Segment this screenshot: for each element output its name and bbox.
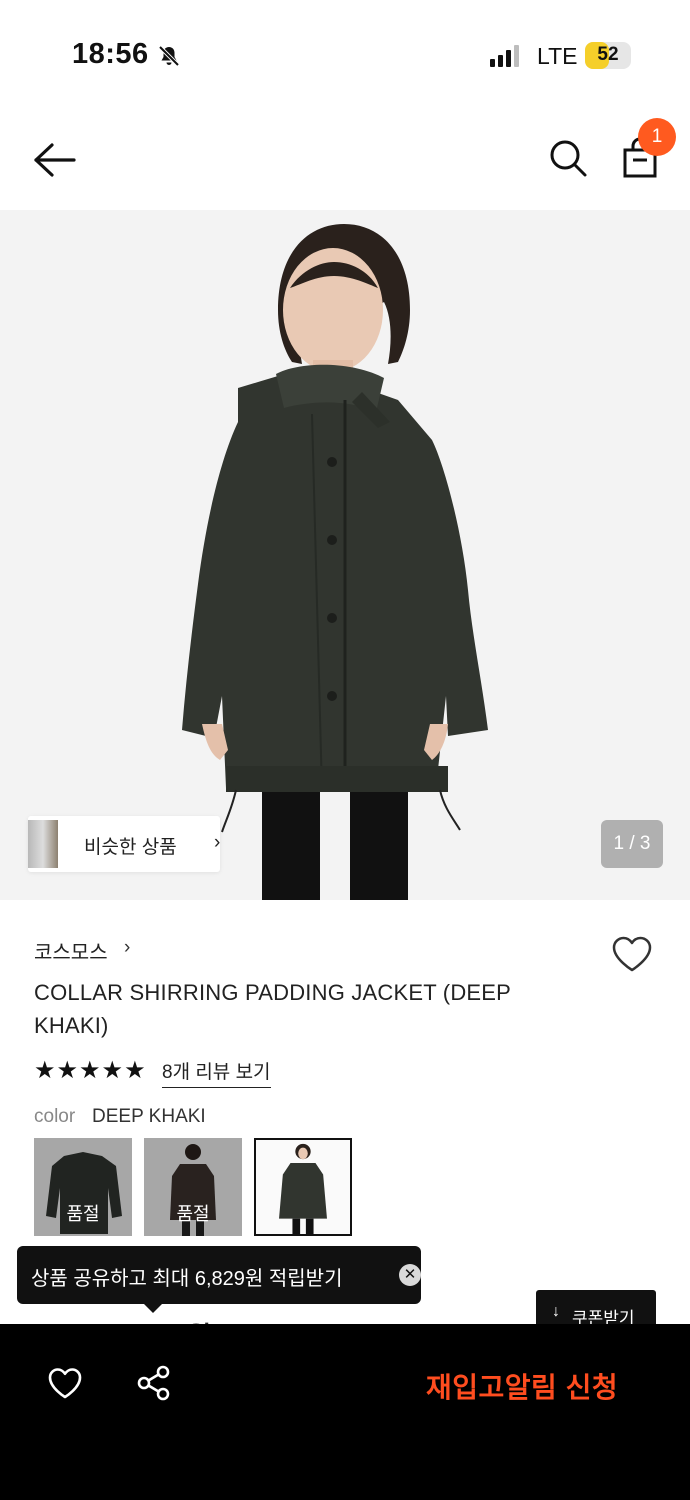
battery-indicator: 52 [585,42,631,69]
product-image-carousel[interactable]: 비슷한 상품 › 1 / 3 [0,210,690,900]
heart-icon[interactable] [610,934,654,974]
battery-percent: 52 [597,44,619,65]
sold-out-label: 품절 [176,1204,210,1224]
color-swatch-3-selected[interactable] [254,1138,352,1236]
cart-count-badge: 1 [638,118,676,156]
status-time: 18:56 [72,38,149,70]
download-icon: ↓ [552,1303,560,1320]
arrow-left-icon[interactable] [32,140,78,180]
color-swatch-1[interactable]: 품절 [34,1138,132,1236]
image-counter: 1 / 3 [601,820,663,868]
brand-link[interactable]: 코스모스 [34,936,108,965]
color-swatch-2[interactable]: 품절 [144,1138,242,1236]
chevron-right-icon: › [214,832,221,853]
bell-slash-icon [158,45,180,67]
share-icon[interactable] [136,1364,172,1402]
model-thumbnail [256,1140,350,1234]
similar-products-label: 비슷한 상품 [84,837,177,858]
bottom-action-bar: 재입고알림 신청 [0,1324,690,1500]
sold-out-label: 품절 [66,1204,100,1224]
similar-products-thumbnail [28,820,58,868]
chevron-right-icon: › [124,937,131,958]
heart-icon[interactable] [47,1366,83,1400]
share-reward-tooltip: 상품 공유하고 최대 6,829원 적립받기 ✕ [17,1246,421,1304]
reviews-link[interactable]: 8개 리뷰 보기 [162,1057,271,1088]
product-photo [0,210,690,900]
status-bar: 18:56 LTE 52 [0,0,690,110]
network-type: LTE [537,43,578,69]
tooltip-pointer [143,1303,163,1313]
product-title: COLLAR SHIRRING PADDING JACKET (DEEP KHA… [34,980,511,1038]
color-label: color [34,1106,76,1127]
cellular-signal-icon [490,45,519,67]
color-value: DEEP KHAKI [92,1106,206,1127]
restock-alert-button[interactable]: 재입고알림 신청 [426,1366,618,1406]
search-icon[interactable] [548,138,588,178]
close-icon[interactable]: ✕ [399,1264,421,1286]
top-nav: 1 [0,110,690,210]
share-reward-text: 상품 공유하고 최대 6,829원 적립받기 [31,1268,343,1290]
similar-products-button[interactable]: 비슷한 상품 › [28,816,220,872]
rating-stars: ★★★★★ [34,1057,147,1084]
